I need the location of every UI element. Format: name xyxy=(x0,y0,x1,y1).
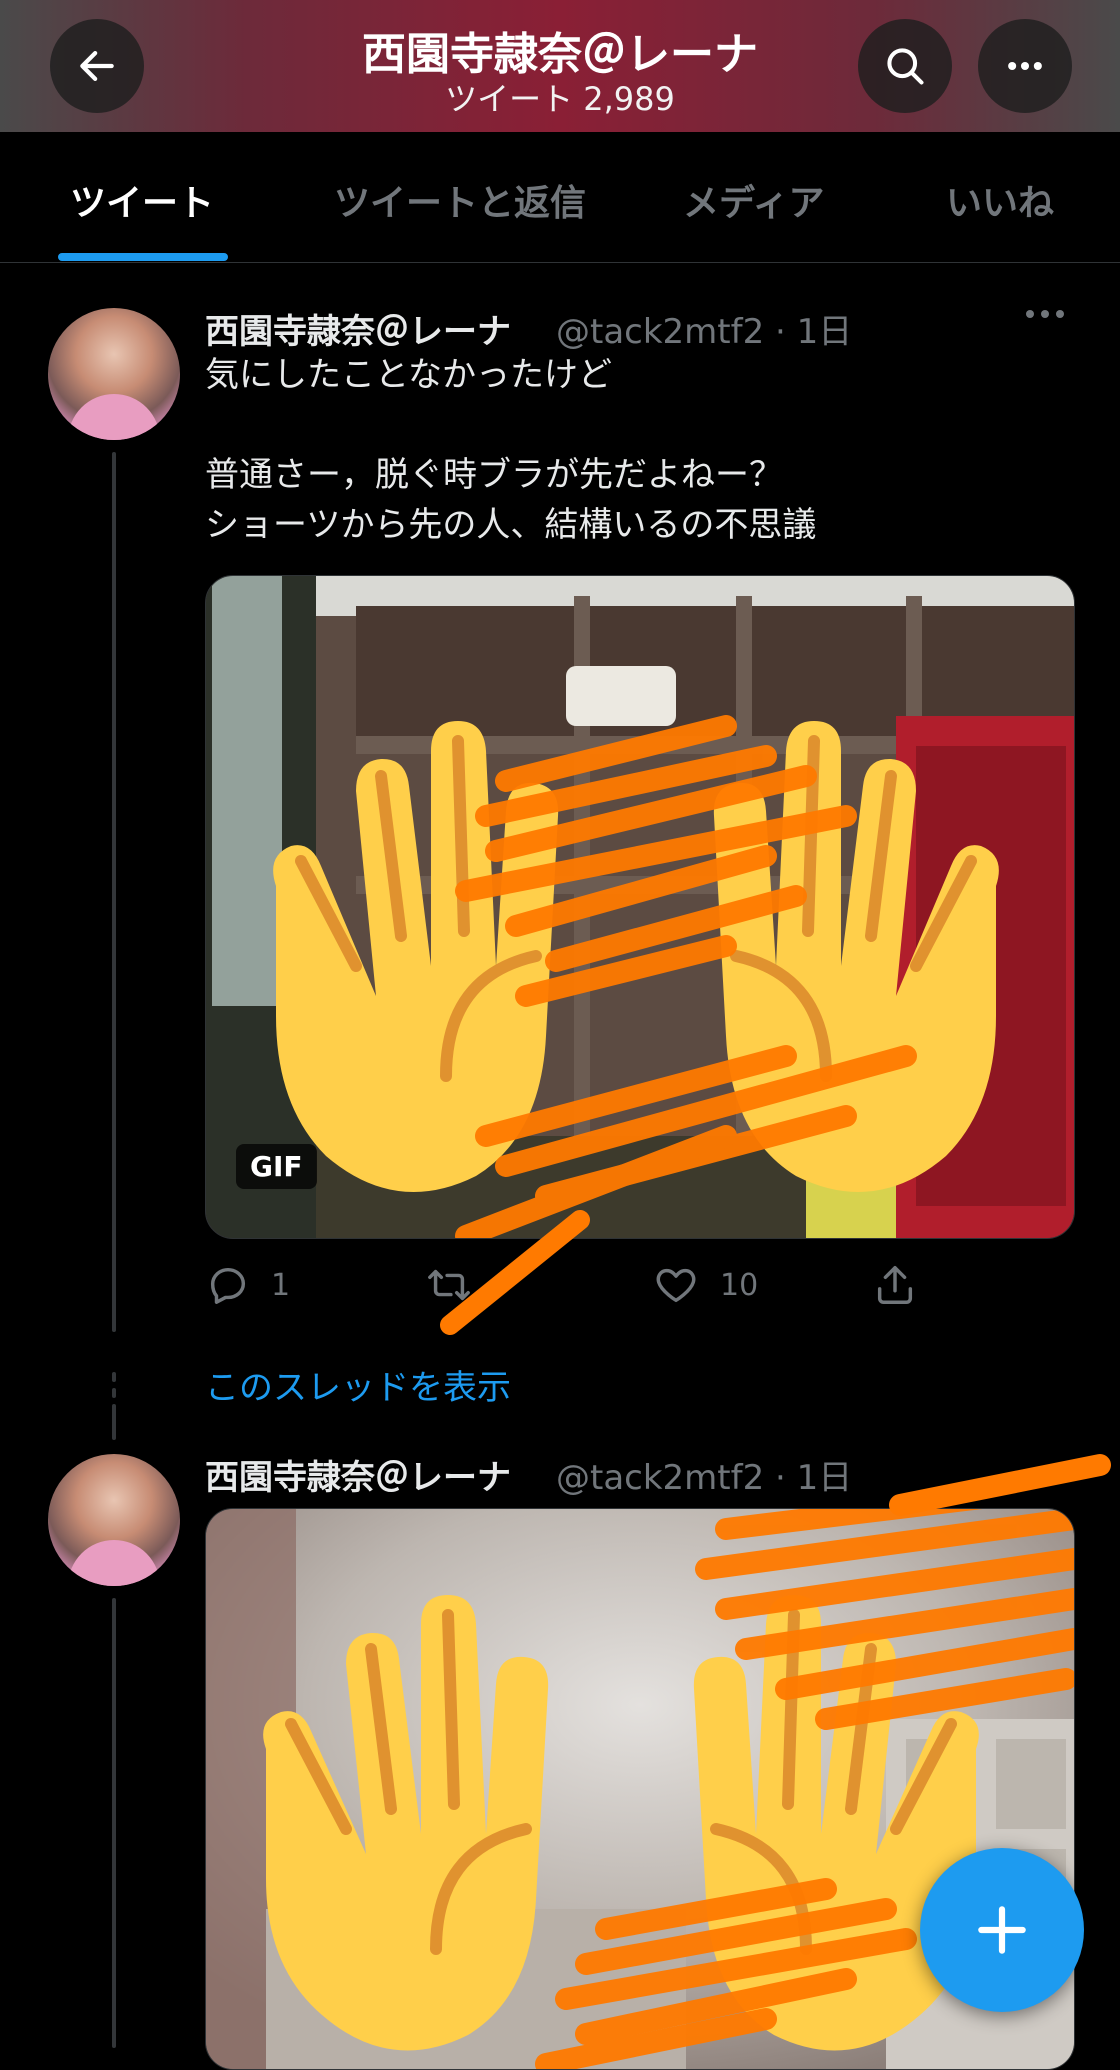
tab-tweets[interactable]: ツイート xyxy=(70,174,214,226)
tweet-count: ツイート 2,989 xyxy=(445,80,675,118)
thread-line xyxy=(112,1404,116,1440)
tab-tweets-and-replies[interactable]: ツイートと返信 xyxy=(334,174,586,226)
gif-image xyxy=(206,576,1074,1238)
author-name[interactable]: 西園寺隷奈＠レーナ xyxy=(205,304,511,353)
author-handle-time[interactable]: @tack2mtf2 · 1日 xyxy=(556,1450,852,1499)
search-button[interactable] xyxy=(858,19,952,113)
more-horizontal-icon xyxy=(1008,61,1042,71)
avatar[interactable] xyxy=(48,308,180,440)
tweet-text-line: 気にしたことなかったけど xyxy=(205,355,612,395)
reply-icon xyxy=(210,1267,246,1304)
show-thread-link[interactable]: このスレッドを表示 xyxy=(205,1360,511,1409)
search-icon xyxy=(887,48,924,85)
more-horizontal-icon xyxy=(1026,310,1064,318)
reply-button[interactable]: 1 xyxy=(205,1262,290,1308)
back-button[interactable] xyxy=(50,19,144,113)
tab-likes[interactable]: いいね xyxy=(946,174,1054,226)
share-icon xyxy=(877,1266,913,1304)
thread-line xyxy=(112,1598,116,2048)
profile-tabs: ツイート ツイートと返信 メディア いいね xyxy=(0,132,1120,263)
like-button[interactable]: 10 xyxy=(652,1262,758,1308)
gif-badge: GIF xyxy=(236,1144,317,1189)
like-count: 10 xyxy=(720,1267,759,1303)
scribble-overflow xyxy=(889,1454,1111,1516)
more-button[interactable] xyxy=(978,19,1072,113)
avatar[interactable] xyxy=(48,1454,180,1586)
arrow-left-icon xyxy=(80,51,114,81)
retweet-icon xyxy=(428,1269,470,1301)
heart-icon xyxy=(656,1268,696,1303)
retweet-button[interactable] xyxy=(425,1262,493,1308)
reply-count: 1 xyxy=(271,1267,291,1303)
thread-line xyxy=(112,452,116,1332)
thread-gap-dot xyxy=(112,1388,116,1398)
share-button[interactable] xyxy=(872,1262,918,1308)
tweet-text-line: ショーツから先の人、結構いるの不思議 xyxy=(205,505,817,545)
profile-name: 西園寺隷奈＠レーナ xyxy=(362,29,758,80)
compose-button[interactable] xyxy=(920,1848,1084,2012)
active-tab-indicator xyxy=(58,253,228,261)
plus-icon xyxy=(978,1906,1026,1954)
tweet-text-line: 普通さー，脱ぐ時ブラが先だよねー？ xyxy=(205,455,783,495)
author-name[interactable]: 西園寺隷奈＠レーナ xyxy=(205,1450,511,1499)
thread-gap-dot xyxy=(112,1372,116,1382)
tweet-gif-media[interactable]: GIF xyxy=(205,575,1075,1239)
author-handle-time[interactable]: @tack2mtf2 · 1日 xyxy=(556,304,852,353)
tweet-more-button[interactable] xyxy=(1024,304,1066,324)
profile-header: 西園寺隷奈＠レーナ ツイート 2,989 xyxy=(0,0,1120,132)
tab-media[interactable]: メディア xyxy=(683,174,824,226)
